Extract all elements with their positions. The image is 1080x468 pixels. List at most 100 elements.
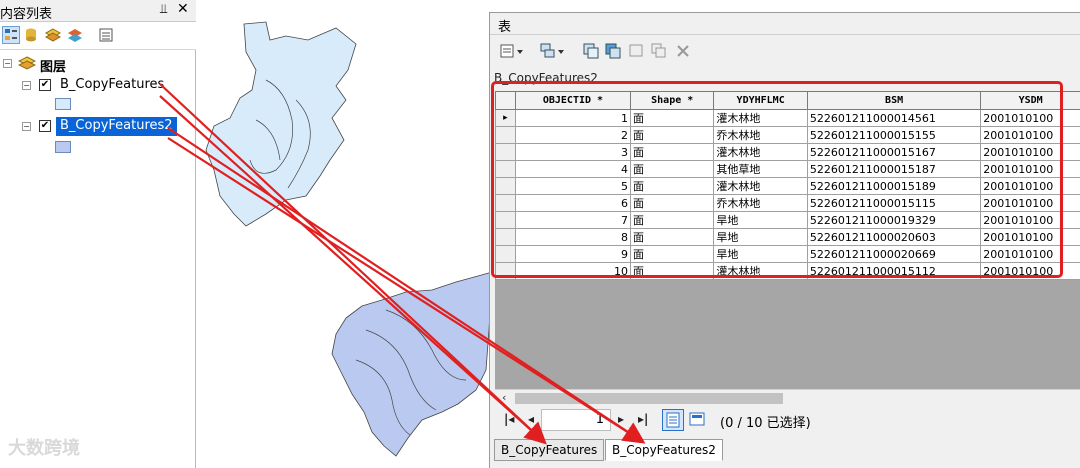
cell-ydyhflmc[interactable]: 灌木林地 [713, 262, 808, 280]
row-selector[interactable] [495, 228, 516, 246]
row-selector[interactable]: ▸ [495, 109, 516, 127]
scroll-thumb[interactable] [515, 393, 783, 404]
layer-visibility-checkbox[interactable]: ✔ [39, 120, 51, 132]
switch-selection-icon[interactable] [604, 42, 622, 60]
column-header[interactable]: YSDM [980, 91, 1080, 110]
list-by-visibility-icon[interactable] [44, 26, 62, 44]
cell-ysdm[interactable]: 2001010100 [980, 211, 1080, 229]
cell-bsm[interactable]: 522601211000020669 [806, 245, 982, 263]
cell-shape[interactable]: 面 [630, 211, 715, 229]
table-row[interactable]: 8 面旱地 522601211000020603 2001010100 [495, 228, 1080, 246]
scroll-left-icon[interactable]: ‹ [502, 391, 506, 404]
row-selector[interactable] [495, 211, 516, 229]
layer-item-b-copyfeatures2[interactable]: − ✔ B_CopyFeatures2 [0, 117, 196, 136]
show-selected-records-icon[interactable] [687, 409, 709, 431]
table-row[interactable]: 2 面乔木林地 522601211000015155 2001010100 [495, 126, 1080, 144]
table-options-icon[interactable] [500, 42, 523, 60]
cell-objectid[interactable]: 3 [514, 143, 632, 161]
cell-objectid[interactable]: 2 [514, 126, 632, 144]
cell-ysdm[interactable]: 2001010100 [980, 228, 1080, 246]
collapse-icon[interactable]: − [3, 59, 12, 68]
related-tables-icon[interactable] [540, 42, 564, 60]
row-selector-header[interactable] [495, 91, 516, 110]
cell-shape[interactable]: 面 [630, 245, 715, 263]
cell-ydyhflmc[interactable]: 灌木林地 [713, 109, 808, 127]
list-by-drawing-order-icon[interactable] [2, 26, 20, 44]
cell-bsm[interactable]: 522601211000015187 [806, 160, 982, 178]
cell-objectid[interactable]: 8 [514, 228, 632, 246]
cell-shape[interactable]: 面 [630, 143, 715, 161]
cell-shape[interactable]: 面 [630, 194, 715, 212]
cell-ysdm[interactable]: 2001010100 [980, 126, 1080, 144]
table-row[interactable]: 9 面旱地 522601211000020669 2001010100 [495, 245, 1080, 263]
cell-objectid[interactable]: 7 [514, 211, 632, 229]
cell-objectid[interactable]: 10 [514, 262, 632, 280]
cell-objectid[interactable]: 5 [514, 177, 632, 195]
collapse-icon[interactable]: − [22, 122, 31, 131]
cell-bsm[interactable]: 522601211000014561 [806, 109, 982, 127]
copy-selected-icon[interactable] [650, 42, 668, 60]
layer-symbol-swatch[interactable] [55, 98, 71, 110]
previous-record-icon[interactable]: ◂ [528, 412, 534, 426]
tab-b-copyfeatures[interactable]: B_CopyFeatures [494, 439, 605, 461]
cell-ydyhflmc[interactable]: 灌木林地 [713, 143, 808, 161]
table-row[interactable]: 7 面旱地 522601211000019329 2001010100 [495, 211, 1080, 229]
cell-bsm[interactable]: 522601211000020603 [806, 228, 982, 246]
current-record-input[interactable]: 1 [541, 409, 611, 431]
next-record-icon[interactable]: ▸ [618, 412, 624, 426]
cell-ydyhflmc[interactable]: 旱地 [713, 245, 808, 263]
table-row[interactable]: 3 面灌木林地 522601211000015167 2001010100 [495, 143, 1080, 161]
table-row[interactable]: 10 面灌木林地 522601211000015112 2001010100 [495, 262, 1080, 280]
cell-bsm[interactable]: 522601211000015115 [806, 194, 982, 212]
column-header[interactable]: OBJECTID * [514, 91, 632, 110]
show-all-records-icon[interactable] [662, 409, 684, 431]
cell-ysdm[interactable]: 2001010100 [980, 177, 1080, 195]
cell-shape[interactable]: 面 [630, 109, 715, 127]
cell-bsm[interactable]: 522601211000015112 [806, 262, 982, 280]
cell-shape[interactable]: 面 [630, 160, 715, 178]
row-selector[interactable] [495, 160, 516, 178]
cell-objectid[interactable]: 6 [514, 194, 632, 212]
cell-objectid[interactable]: 9 [514, 245, 632, 263]
row-selector[interactable] [495, 194, 516, 212]
cell-bsm[interactable]: 522601211000015167 [806, 143, 982, 161]
cell-shape[interactable]: 面 [630, 126, 715, 144]
table-row[interactable]: 6 面乔木林地 522601211000015115 2001010100 [495, 194, 1080, 212]
column-header[interactable]: Shape * [630, 91, 715, 110]
cell-shape[interactable]: 面 [630, 177, 715, 195]
row-selector[interactable] [495, 245, 516, 263]
row-selector[interactable] [495, 126, 516, 144]
first-record-icon[interactable]: |◂ [504, 412, 514, 426]
layer-item-b-copyfeatures[interactable]: − ✔ B_CopyFeatures [0, 77, 196, 95]
cell-ysdm[interactable]: 2001010100 [980, 143, 1080, 161]
horizontal-scrollbar[interactable]: ‹ [495, 389, 1080, 405]
cell-bsm[interactable]: 522601211000019329 [806, 211, 982, 229]
cell-bsm[interactable]: 522601211000015189 [806, 177, 982, 195]
cell-objectid[interactable]: 1 [514, 109, 632, 127]
select-by-attributes-icon[interactable] [582, 42, 600, 60]
cell-bsm[interactable]: 522601211000015155 [806, 126, 982, 144]
table-row[interactable]: ▸ 1 面灌木林地 522601211000014561 2001010100 [495, 109, 1080, 127]
list-by-selection-icon[interactable] [66, 26, 84, 44]
column-header[interactable]: YDYHFLMC [713, 91, 808, 110]
close-icon[interactable]: ✕ [177, 1, 189, 17]
pin-icon[interactable]: ⫫ [160, 2, 167, 17]
table-row[interactable]: 4 面其他草地 522601211000015187 2001010100 [495, 160, 1080, 178]
cell-shape[interactable]: 面 [630, 262, 715, 280]
cell-ysdm[interactable]: 2001010100 [980, 109, 1080, 127]
column-header[interactable]: BSM [806, 91, 982, 110]
delete-selected-icon[interactable] [674, 42, 692, 60]
cell-ysdm[interactable]: 2001010100 [980, 160, 1080, 178]
cell-ydyhflmc[interactable]: 旱地 [713, 211, 808, 229]
cell-ydyhflmc[interactable]: 灌木林地 [713, 177, 808, 195]
cell-ydyhflmc[interactable]: 乔木林地 [713, 126, 808, 144]
row-selector[interactable] [495, 143, 516, 161]
cell-ysdm[interactable]: 2001010100 [980, 194, 1080, 212]
cell-ydyhflmc[interactable]: 其他草地 [713, 160, 808, 178]
row-selector[interactable] [495, 262, 516, 280]
clear-selection-icon[interactable] [628, 42, 646, 60]
list-by-source-icon[interactable] [22, 26, 40, 44]
layers-group[interactable]: − 图层 [0, 55, 196, 75]
collapse-icon[interactable]: − [22, 81, 31, 90]
cell-shape[interactable]: 面 [630, 228, 715, 246]
